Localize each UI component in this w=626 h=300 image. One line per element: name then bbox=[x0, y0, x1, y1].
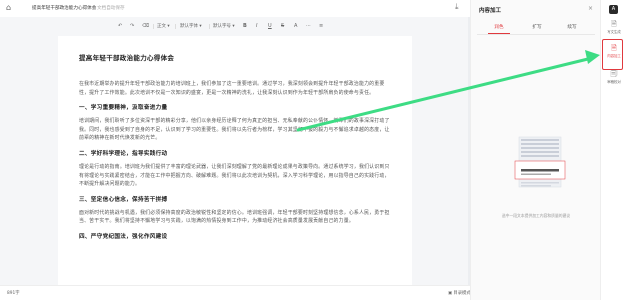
intro-paragraph[interactable]: 在我市近期举办的提升年轻干部政治能力的培训班上，我们参加了这一重要培训。通过学习… bbox=[79, 80, 394, 97]
document-title[interactable]: 提高年轻干部政治能力心得体会 bbox=[32, 5, 96, 11]
redo-icon[interactable]: ↷ bbox=[130, 24, 134, 29]
content-processing-panel: 内容加工 × 润色 扩写 续写 选中一段文本提供加工内容和质量的建议 bbox=[470, 0, 600, 300]
align-icon[interactable]: ≡ bbox=[319, 24, 323, 29]
italic-button[interactable]: I bbox=[256, 24, 257, 29]
underline-button[interactable]: U bbox=[268, 24, 272, 29]
section-paragraph[interactable]: 理论是行动的指南。培训班为我们提供了丰富的理论武器，让我们深刻理解了党的最新理论… bbox=[79, 163, 394, 189]
tab-polish[interactable]: 润色 bbox=[484, 24, 514, 30]
section-heading[interactable]: 一、学习重要精神，汲取奋进力量 bbox=[79, 103, 394, 111]
active-tab-indicator bbox=[488, 33, 510, 34]
view-mode-toggle[interactable]: ▣ 目录模式 bbox=[448, 290, 471, 296]
toolbar-divider bbox=[209, 24, 210, 29]
avatar[interactable]: A bbox=[609, 5, 618, 14]
section-paragraph[interactable]: 培训期间，我们聆听了多位资深干部的精彩分享，他们以亲身经历诠释了何为真正的担当、… bbox=[79, 117, 394, 143]
status-bar: 891字 ▣ 目录模式 bbox=[0, 285, 471, 300]
section-paragraph[interactable]: 面对新时代的挑战与机遇，我们必须保持高度的政治敏锐性和坚定的信心。培训班强调，年… bbox=[79, 209, 394, 226]
rail-item-label: 写文生成 bbox=[607, 30, 621, 34]
rail-item-label: 审稿校对 bbox=[607, 80, 621, 84]
format-toolbar: ↶ ↷ ⌫ 正文 ▾ 默认字体 ▾ 默认字号 ▾ B I U S A ⋯ ≡ bbox=[0, 17, 470, 35]
highlight-box bbox=[602, 39, 623, 70]
toolbar-divider bbox=[175, 24, 176, 29]
font-color-button[interactable]: A bbox=[294, 24, 297, 29]
section-heading[interactable]: 三、坚定信心信念，保持苦干拼搏 bbox=[79, 195, 394, 203]
top-bar: ⌂ 提高年轻干部政治能力心得体会 文档自动保存 ⤓ bbox=[0, 0, 470, 17]
rail-item-write[interactable]: 🗎 写文生成 bbox=[602, 20, 626, 34]
section-heading[interactable]: 四、严守党纪国法，强化作风建设 bbox=[79, 232, 394, 240]
document-page[interactable]: 提高年轻干部政治能力心得体会 在我市近期举办的提升年轻干部政治能力的培训班上，我… bbox=[58, 36, 412, 285]
font-family-select[interactable]: 默认字体 ▾ bbox=[180, 24, 202, 29]
panel-tabs: 润色 扩写 续写 bbox=[471, 22, 601, 32]
paragraph-style-select[interactable]: 正文 ▾ bbox=[157, 24, 170, 29]
tab-continue[interactable]: 续写 bbox=[557, 24, 587, 30]
rail-item-review[interactable]: 🗐 审稿校对 bbox=[602, 70, 626, 84]
save-status: 文档自动保存 bbox=[97, 6, 125, 11]
section-heading[interactable]: 二、学好科学理论，指导实践行动 bbox=[79, 149, 394, 157]
review-icon: 🗐 bbox=[610, 70, 618, 78]
bold-button[interactable]: B bbox=[243, 24, 247, 29]
font-size-select[interactable]: 默认字号 ▾ bbox=[213, 24, 235, 29]
file-write-icon: 🗎 bbox=[611, 20, 617, 28]
undo-icon[interactable]: ↶ bbox=[118, 24, 122, 29]
panel-title: 内容加工 bbox=[479, 8, 502, 14]
empty-state-illustration bbox=[514, 136, 566, 188]
empty-state-hint: 选中一段文本提供加工内容和质量的建议 bbox=[501, 213, 571, 218]
close-icon[interactable]: × bbox=[588, 5, 593, 12]
strikethrough-button[interactable]: S bbox=[281, 24, 284, 29]
tab-divider bbox=[477, 34, 595, 35]
more-icon[interactable]: ⋯ bbox=[306, 24, 311, 29]
home-icon[interactable]: ⌂ bbox=[6, 4, 11, 12]
tab-expand[interactable]: 扩写 bbox=[522, 24, 552, 30]
download-icon[interactable]: ⤓ bbox=[455, 3, 459, 11]
document-heading[interactable]: 提高年轻干部政治能力心得体会 bbox=[79, 52, 394, 62]
format-painter-icon[interactable]: ⌫ bbox=[142, 24, 149, 29]
toolbar-divider bbox=[153, 24, 154, 29]
word-count: 891字 bbox=[7, 291, 20, 296]
